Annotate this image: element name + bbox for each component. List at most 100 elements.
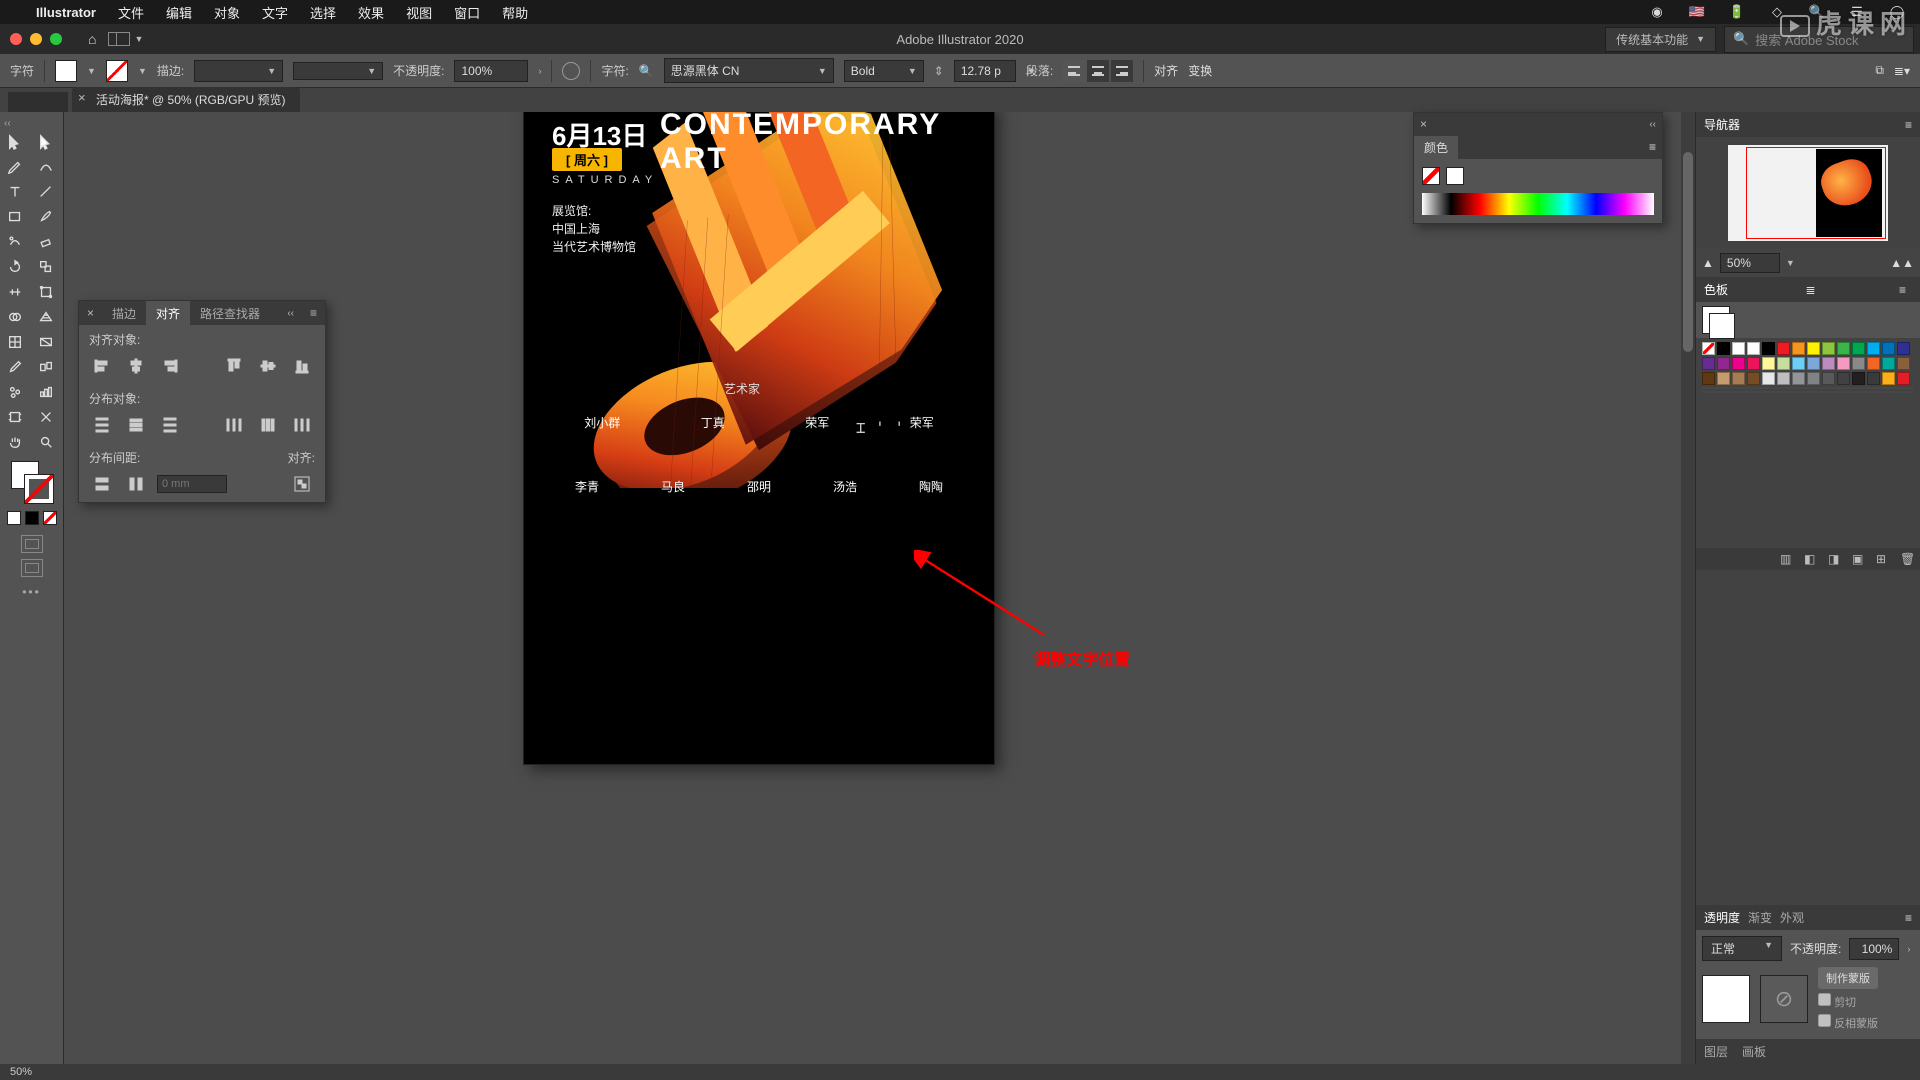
menu-file[interactable]: 文件: [118, 3, 144, 22]
vertical-distribute-space[interactable]: [89, 472, 115, 496]
swatch-item[interactable]: [1807, 372, 1820, 385]
align-right-button[interactable]: [1111, 60, 1133, 82]
align-panel-link[interactable]: 对齐: [1154, 62, 1178, 79]
swatch-registration[interactable]: [1717, 342, 1730, 355]
stroke-swatch[interactable]: [106, 60, 128, 82]
app-name[interactable]: Illustrator: [36, 5, 96, 20]
collapse-panel-icon[interactable]: ‹‹: [1643, 116, 1662, 133]
color-stroke-swatch[interactable]: [1446, 167, 1464, 185]
swatch-item[interactable]: [1717, 372, 1730, 385]
color-tab[interactable]: 颜色: [1414, 136, 1458, 159]
search-icon[interactable]: 🔍: [1808, 4, 1826, 20]
swatch-item[interactable]: [1792, 372, 1805, 385]
align-left-button[interactable]: [1063, 60, 1085, 82]
swatch-item[interactable]: [1882, 357, 1895, 370]
color-mode-color[interactable]: [7, 511, 21, 525]
swatch-item[interactable]: [1762, 357, 1775, 370]
swatch-item[interactable]: [1837, 372, 1850, 385]
new-color-group-icon[interactable]: ▣: [1852, 552, 1866, 566]
swatch-item[interactable]: [1867, 357, 1880, 370]
options-bar-menu-icon[interactable]: ≣▾: [1894, 64, 1910, 78]
font-search-icon[interactable]: 🔍: [639, 64, 654, 78]
menu-window[interactable]: 窗口: [454, 3, 480, 22]
color-mode-none[interactable]: [43, 511, 57, 525]
font-style-field[interactable]: Bold▼: [844, 60, 924, 82]
swatch-item[interactable]: [1747, 342, 1760, 355]
swatch-libraries-icon[interactable]: ▥: [1780, 552, 1794, 566]
vertical-align-center[interactable]: [255, 354, 281, 378]
tool-artboard[interactable]: [2, 406, 28, 428]
navigator-view[interactable]: [1696, 137, 1920, 249]
color-spectrum[interactable]: [1422, 193, 1654, 215]
vertical-scrollbar[interactable]: [1681, 112, 1695, 1064]
align-tab[interactable]: 对齐: [146, 301, 190, 326]
obs-icon[interactable]: ◉: [1648, 4, 1666, 20]
close-panel-icon[interactable]: ×: [79, 302, 102, 324]
tool-direct-selection[interactable]: [33, 131, 59, 153]
brush-definition[interactable]: ▼: [293, 62, 383, 80]
vertical-distribute-center[interactable]: [123, 413, 149, 437]
draw-mode-button[interactable]: [21, 559, 43, 577]
font-family-field[interactable]: 思源黑体 CN▼: [664, 58, 834, 83]
transparency-thumbnail[interactable]: [1702, 975, 1750, 1023]
horizontal-align-right[interactable]: [157, 354, 183, 378]
workspace-switcher[interactable]: 传统基本功能▼: [1605, 27, 1716, 52]
swatch-item[interactable]: [1822, 342, 1835, 355]
color-mode-gradient[interactable]: [25, 511, 39, 525]
vertical-align-bottom[interactable]: [289, 354, 315, 378]
collapse-panel-icon[interactable]: ‹‹: [279, 304, 302, 323]
pathfinder-tab[interactable]: 路径查找器: [190, 301, 270, 326]
swatch-item[interactable]: [1792, 342, 1805, 355]
align-to-selector[interactable]: [289, 472, 315, 496]
vertical-distribute-top[interactable]: [89, 413, 115, 437]
swatches-tab[interactable]: 色板: [1704, 281, 1728, 298]
edit-toolbar-button[interactable]: •••: [22, 585, 41, 599]
horizontal-distribute-right[interactable]: [289, 413, 315, 437]
opacity-slider-toggle[interactable]: ›: [538, 66, 541, 76]
swatch-item[interactable]: [1852, 342, 1865, 355]
swatch-item[interactable]: [1882, 372, 1895, 385]
screen-mode-button[interactable]: [21, 535, 43, 553]
panel-menu-icon[interactable]: ≡: [1905, 911, 1912, 925]
stroke-weight-field[interactable]: ▼: [194, 60, 283, 82]
swatch-item[interactable]: [1792, 357, 1805, 370]
panel-dock-tab[interactable]: [8, 92, 68, 112]
panel-menu-icon[interactable]: ≡: [1893, 283, 1912, 297]
status-zoom[interactable]: 50%: [10, 1066, 32, 1078]
close-panel-icon[interactable]: ×: [1414, 114, 1433, 134]
delete-swatch-icon[interactable]: 🗑: [1900, 552, 1914, 566]
clip-checkbox[interactable]: 剪切: [1818, 993, 1878, 1010]
swatch-item[interactable]: [1702, 372, 1715, 385]
panel-menu-icon[interactable]: ≡: [1905, 118, 1912, 132]
vertical-distribute-bottom[interactable]: [157, 413, 183, 437]
tool-perspective[interactable]: [33, 306, 59, 328]
swatch-white[interactable]: [1732, 342, 1745, 355]
tool-mesh[interactable]: [2, 331, 28, 353]
horizontal-align-center[interactable]: [123, 354, 149, 378]
swatch-item[interactable]: [1777, 357, 1790, 370]
swatch-item[interactable]: [1822, 357, 1835, 370]
swatch-item[interactable]: [1732, 372, 1745, 385]
navigator-viewport-rect[interactable]: [1746, 147, 1886, 239]
swatch-item[interactable]: [1837, 357, 1850, 370]
tool-rectangle[interactable]: [2, 206, 28, 228]
new-swatch-icon[interactable]: ⊞: [1876, 552, 1890, 566]
canvas-area[interactable]: 6月13日 周六 SATURDAY CONTEMPORARY ART 展览馆: …: [64, 112, 1695, 1064]
menu-object[interactable]: 对象: [214, 3, 240, 22]
stroke-tab[interactable]: 描边: [102, 301, 146, 326]
mask-thumbnail[interactable]: ⊘: [1760, 975, 1808, 1023]
swatch-item[interactable]: [1822, 372, 1835, 385]
wifi-icon[interactable]: ◇: [1768, 4, 1786, 20]
swatch-item[interactable]: [1897, 342, 1910, 355]
swatch-item[interactable]: [1852, 357, 1865, 370]
gradient-tab[interactable]: 渐变: [1748, 909, 1772, 926]
swatch-none[interactable]: [1702, 342, 1715, 355]
tool-line[interactable]: [33, 181, 59, 203]
window-controls[interactable]: [10, 33, 62, 45]
tool-blend[interactable]: [33, 356, 59, 378]
vertical-align-top[interactable]: [221, 354, 247, 378]
tool-hand[interactable]: [2, 431, 28, 453]
panel-menu-icon[interactable]: ≡: [302, 302, 325, 324]
tool-eyedropper[interactable]: [2, 356, 28, 378]
zoom-out-icon[interactable]: ▲: [1702, 256, 1714, 270]
